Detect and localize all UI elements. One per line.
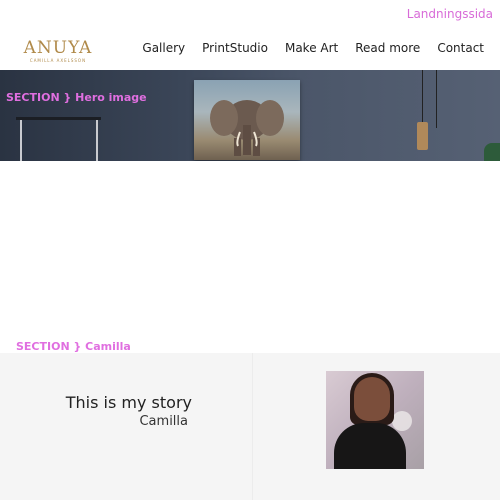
camilla-portrait <box>326 371 424 469</box>
plant-decoration <box>484 143 500 161</box>
story-subtitle: Camilla <box>139 414 188 429</box>
dandelion-decoration <box>392 411 412 431</box>
pendant-lamp <box>417 122 428 150</box>
desk-decoration <box>16 117 101 120</box>
hero-section: SECTION } Hero image <box>0 70 500 161</box>
elephant-icon <box>210 100 284 156</box>
nav-item-contact[interactable]: Contact <box>437 41 484 55</box>
nav-item-printstudio[interactable]: PrintStudio <box>202 41 268 55</box>
hero-section-label: SECTION } Hero image <box>6 91 147 104</box>
story-section: This is my story Camilla <box>0 353 500 500</box>
logo-subtitle: CAMILLA AXELSSON <box>29 58 87 63</box>
nav-item-read-more[interactable]: Read more <box>355 41 420 55</box>
portrait-face <box>354 377 390 421</box>
main-nav: Gallery PrintStudio Make Art Read more C… <box>142 41 484 55</box>
landing-page-link[interactable]: Landningssida <box>407 7 493 21</box>
lamp-cord <box>436 70 437 128</box>
camilla-section-label: SECTION } Camilla <box>16 340 131 353</box>
nav-item-gallery[interactable]: Gallery <box>142 41 185 55</box>
nav-item-make-art[interactable]: Make Art <box>285 41 338 55</box>
elephant-painting <box>194 80 300 160</box>
story-text-column: This is my story Camilla <box>0 353 253 500</box>
site-logo[interactable]: ANUYA CAMILLA AXELSSON <box>22 38 94 64</box>
story-title: This is my story <box>65 393 192 412</box>
desk-leg <box>96 120 98 161</box>
logo-name: ANUYA <box>23 38 93 58</box>
desk-leg <box>20 120 22 161</box>
lamp-cord <box>422 70 423 122</box>
portrait-body <box>334 423 406 469</box>
